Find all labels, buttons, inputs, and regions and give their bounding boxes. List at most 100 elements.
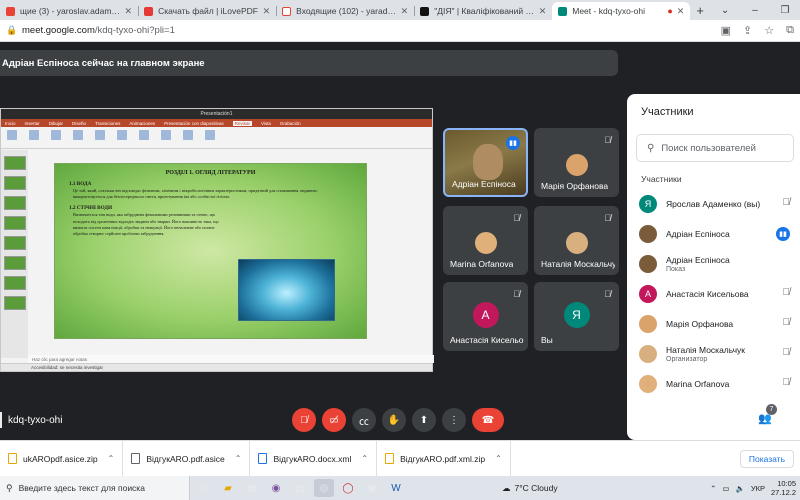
gmail-favicon-icon xyxy=(282,6,292,16)
mic-off-icon[interactable]: 🎙̸ xyxy=(783,377,791,388)
tab-close-icon[interactable]: ✕ xyxy=(539,6,547,17)
weather-widget[interactable]: ☁ 7°C Cloudy xyxy=(502,483,558,494)
network-icon[interactable]: ▭ xyxy=(722,484,729,493)
viber-icon[interactable]: ◉ xyxy=(266,479,286,497)
camera-toggle-button[interactable]: ▭̸ xyxy=(322,408,346,432)
ppt-notes-pane: Haz clic para agregar notas xyxy=(28,355,434,363)
participant-tile[interactable]: 🎙̸ Я Вы xyxy=(534,282,619,351)
ppt-tab: Grabación xyxy=(279,120,301,126)
chevron-up-icon[interactable]: ⌃ xyxy=(495,454,502,463)
ribbon-icon xyxy=(161,130,171,140)
clock-time: 10:05 xyxy=(777,479,796,488)
chevron-up-icon[interactable]: ⌃ xyxy=(235,454,242,463)
participant-row[interactable]: Marina Orfanova 🎙̸ xyxy=(627,369,800,399)
leave-call-button[interactable]: ☎ xyxy=(472,408,504,432)
chevron-up-icon[interactable]: ⌃ xyxy=(710,484,716,493)
word-icon[interactable]: W xyxy=(386,479,406,497)
avatar xyxy=(639,375,657,393)
zip-file-icon xyxy=(385,453,395,464)
download-item[interactable]: ВідгукARO.pdf.asice ⌃ xyxy=(123,440,251,477)
file-explorer-icon[interactable]: ▰ xyxy=(218,479,238,497)
browser-tab-4[interactable]: "ДІЯ" | Кваліфікований електро ✕ xyxy=(414,2,552,20)
camera-icon[interactable]: ▣ xyxy=(721,24,731,37)
people-count-badge: 7 xyxy=(766,404,777,415)
taskbar-search[interactable]: ⚲ Введите здесь текст для поиска xyxy=(0,476,190,500)
mic-off-icon[interactable]: 🎙̸ xyxy=(783,197,791,208)
chevron-down-icon[interactable]: ⌄ xyxy=(710,5,740,16)
participant-row[interactable]: Наталія Москальчук Организатор 🎙̸ xyxy=(627,339,800,369)
restore-icon[interactable]: ❐ xyxy=(770,5,800,16)
captions-icon: ㏄ xyxy=(359,416,369,428)
chevron-up-icon[interactable]: ⌃ xyxy=(108,454,115,463)
ppt-ribbon-tabs: Inicio Insertar Dibujar Diseño Transicio… xyxy=(1,119,432,127)
participant-tile[interactable]: 🎙̸ Marina Orfanova xyxy=(443,206,528,275)
info-icon[interactable]: ⓘ xyxy=(731,412,742,428)
participant-row[interactable]: Марія Орфанова 🎙̸ xyxy=(627,309,800,339)
task-view-icon[interactable]: ⧉ xyxy=(194,479,214,497)
raise-hand-button[interactable]: ✋ xyxy=(382,408,406,432)
participant-row[interactable]: Адріан Еспіноса ▮▮ xyxy=(627,219,800,249)
participant-row[interactable]: А Анастасія Кисельова 🎙̸ xyxy=(627,279,800,309)
participant-row[interactable]: Я Ярослав Адаменко (вы) 🎙̸ xyxy=(627,189,800,219)
opera-icon[interactable]: ◯ xyxy=(338,479,358,497)
download-item[interactable]: ukAROpdf.asice.zip ⌃ xyxy=(0,440,124,477)
mic-toggle-button[interactable]: 🎙̸ xyxy=(292,408,316,432)
presenter-banner: Адріан Еспіноса сейчас на главном экране xyxy=(0,50,618,76)
volume-icon[interactable]: 🔈 xyxy=(735,484,744,493)
chat-icon[interactable]: ▤ xyxy=(786,412,796,425)
mic-off-icon[interactable]: 🎙̸ xyxy=(783,317,791,328)
lock-icon[interactable]: 🔒 xyxy=(6,25,18,36)
tab-close-icon[interactable]: ✕ xyxy=(125,6,133,17)
star-icon[interactable]: ☆ xyxy=(764,24,774,37)
mic-off-icon[interactable]: 🎙̸ xyxy=(783,347,791,358)
tab-close-icon[interactable]: ✕ xyxy=(677,6,685,17)
mic-off-icon: 🎙̸ xyxy=(604,135,611,145)
browser-tab-1[interactable]: щие (3) - yaroslav.adamen ✕ xyxy=(0,2,138,20)
browser-tab-meet[interactable]: Meet - kdq-tyxo-ohi ● ✕ xyxy=(552,2,691,20)
browser-tab-2[interactable]: Скачать файл | iLovePDF ✕ xyxy=(138,2,276,20)
store-icon[interactable]: ▦ xyxy=(242,479,262,497)
more-options-button[interactable]: ⋮ xyxy=(442,408,466,432)
slide-section-heading: 1.2 СТІЧНІ ВОДИ xyxy=(69,205,113,212)
keyboard-language[interactable]: УКР xyxy=(751,484,765,493)
window-controls: ⌄ – ❐ xyxy=(710,0,800,20)
mic-off-icon[interactable]: 🎙̸ xyxy=(783,287,791,298)
shared-screen[interactable]: Presentación1 Inicio Insertar Dibujar Di… xyxy=(0,108,434,372)
participant-search[interactable]: ⚲ xyxy=(636,134,794,162)
ribbon-icon xyxy=(7,130,17,140)
minimize-icon[interactable]: – xyxy=(740,5,770,16)
present-button[interactable]: ⬆ xyxy=(412,408,436,432)
share-icon[interactable]: ⇪ xyxy=(743,24,752,37)
address-bar[interactable]: 🔒 meet.google.com/kdq-tyxo-ohi?pli=1 ▣ ⇪… xyxy=(0,20,800,42)
extensions-icon[interactable]: ⧉ xyxy=(786,24,794,37)
slide-section-body: Визначається тип води, яка забруднена фе… xyxy=(73,212,219,237)
chevron-up-icon[interactable]: ⌃ xyxy=(361,454,368,463)
avatar: А xyxy=(472,302,499,328)
download-filename: ВідгукARO.pdf.asice xyxy=(146,453,225,464)
participant-tile[interactable]: 🎙̸ А Анастасія Кисельова xyxy=(443,282,528,351)
participant-list: Я Ярослав Адаменко (вы) 🎙̸ Адріан Еспіно… xyxy=(627,189,800,399)
ppt-tab-active: Revisar xyxy=(232,120,252,126)
participant-name: Анастасія Кисельова xyxy=(450,335,524,345)
show-all-downloads-button[interactable]: Показать xyxy=(739,449,794,468)
tab-close-icon[interactable]: ✕ xyxy=(401,6,409,17)
clock[interactable]: 10:05 27.12.2 xyxy=(771,479,796,497)
participant-tile[interactable]: ▮▮ Адріан Еспіноса xyxy=(443,128,528,197)
chrome-icon[interactable]: ◎ xyxy=(314,479,334,497)
tab-close-icon[interactable]: ✕ xyxy=(263,6,271,17)
search-input[interactable] xyxy=(661,142,782,154)
app-icon[interactable]: ▤ xyxy=(290,479,310,497)
avatar xyxy=(639,315,657,333)
download-item[interactable]: ВідгукARO.pdf.xml.zip ⌃ xyxy=(377,440,511,477)
url-text[interactable]: meet.google.com/kdq-tyxo-ohi?pli=1 xyxy=(22,25,175,36)
meet-favicon-icon xyxy=(558,6,568,16)
tab-title: Скачать файл | iLovePDF xyxy=(158,6,258,16)
participant-tile[interactable]: 🎙̸ Наталія Москальчук xyxy=(534,206,619,275)
browser-tab-3[interactable]: Входящие (102) - yarad1964@g ✕ xyxy=(276,2,414,20)
captions-button[interactable]: ㏄ xyxy=(352,408,376,432)
participant-tile[interactable]: 🎙̸ Марія Орфанова xyxy=(534,128,619,197)
new-tab-button[interactable]: + xyxy=(690,2,710,20)
app-icon[interactable]: ▣ xyxy=(362,479,382,497)
participant-row[interactable]: Адріан Еспіноса Показ xyxy=(627,249,800,279)
download-item[interactable]: ВідгукARO.docx.xml ⌃ xyxy=(250,440,378,477)
